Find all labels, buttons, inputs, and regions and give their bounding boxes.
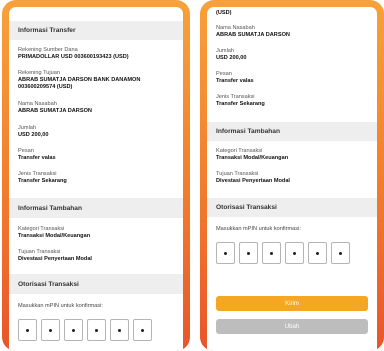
field-value: (USD) [216, 10, 232, 16]
field-amount: Jumlah USD 200,00 [9, 125, 183, 139]
section-title: Informasi Tambahan [216, 128, 280, 135]
pin-dot-icon [72, 328, 75, 332]
field-transaction-type: Jenis Transaksi Transfer Sekarang [207, 94, 377, 108]
field-value: Transaksi Modal/Keuangan [216, 155, 289, 161]
field-value: Transfer valas [216, 78, 254, 84]
field-value: ABRAB SUMATJA DARSON [18, 108, 92, 114]
field-customer-name: Nama Nasabah ABRAB SUMATJA DARSON [207, 25, 377, 39]
field-label: Nama Nasabah [216, 25, 255, 31]
pin-digit-box[interactable] [110, 319, 129, 341]
field-amount: Jumlah USD 200,00 [207, 48, 377, 62]
pin-dot-icon [247, 251, 250, 255]
confirmation-screen-left: Informasi Transfer Rekening Sumber Dana … [9, 7, 183, 351]
pin-digit-box[interactable] [41, 319, 60, 341]
section-header-authorization: Otorisasi Transaksi [9, 274, 183, 294]
field-label: Kategori Transaksi [216, 148, 263, 154]
pin-dot-icon [26, 328, 29, 332]
field-value: Divestasi Penyertaan Modal [18, 256, 92, 262]
section-header-transfer-info: Informasi Transfer [9, 21, 183, 40]
field-transaction-type: Jenis Transaksi Transfer Sekarang [9, 171, 183, 185]
field-label: Pesan [18, 148, 34, 154]
pin-dot-icon [95, 328, 98, 332]
field-value: USD 200,00 [216, 55, 247, 61]
field-label: Nama Nasabah [18, 101, 57, 107]
confirmation-screen-right: (USD) Nama Nasabah ABRAB SUMATJA DARSON … [207, 7, 377, 351]
section-title: Informasi Tambahan [18, 204, 82, 212]
pin-digit-box[interactable] [262, 242, 281, 264]
pin-dot-icon [270, 251, 273, 255]
field-label: Jenis Transaksi [216, 94, 255, 100]
field-label: Tujuan Transaksi [18, 249, 61, 255]
field-value: ABRAB SUMATJA DARSON [216, 32, 290, 38]
field-label: Kategori Transaksi [18, 226, 65, 232]
field-transaction-category: Kategori Transaksi Transaksi Modal/Keuan… [9, 226, 183, 240]
pin-digit-box[interactable] [239, 242, 258, 264]
section-header-additional-info: Informasi Tambahan [207, 122, 377, 141]
pin-dot-icon [339, 251, 342, 255]
section-header-additional-info: Informasi Tambahan [9, 198, 183, 218]
section-title: Otorisasi Transaksi [216, 204, 277, 211]
field-label: Rekening Sumber Dana [18, 47, 78, 53]
section-title: Informasi Transfer [18, 27, 76, 34]
pin-digit-box[interactable] [331, 242, 350, 264]
pin-digit-box[interactable] [216, 242, 235, 264]
field-source-account: Rekening Sumber Dana PRIMADOLLAR USD 003… [9, 47, 183, 61]
field-value: Transfer Sekarang [216, 101, 265, 107]
pin-input-group [207, 242, 377, 264]
field-transaction-purpose: Tujuan Transaksi Divestasi Penyertaan Mo… [207, 171, 377, 185]
pin-dot-icon [49, 328, 52, 332]
pin-dot-icon [118, 328, 121, 332]
field-transaction-purpose: Tujuan Transaksi Divestasi Penyertaan Mo… [9, 249, 183, 263]
pin-digit-box[interactable] [87, 319, 106, 341]
field-transaction-category: Kategori Transaksi Transaksi Modal/Keuan… [207, 148, 377, 162]
pin-digit-box[interactable] [18, 319, 37, 341]
field-customer-name: Nama Nasabah ABRAB SUMATJA DARSON [9, 101, 183, 115]
field-value: Divestasi Penyertaan Modal [216, 178, 290, 184]
field-label: Jumlah [18, 125, 37, 131]
field-value: USD 200,00 [18, 132, 49, 138]
pin-dot-icon [141, 328, 144, 332]
pin-prompt: Masukkan mPIN untuk konfirmasi: [18, 303, 103, 309]
field-label: Rekening Tujuan [18, 70, 60, 76]
field-message: Pesan Transfer valas [207, 71, 377, 85]
field-label: Pesan [216, 71, 232, 77]
pin-digit-box[interactable] [308, 242, 327, 264]
section-header-authorization: Otorisasi Transaksi [207, 198, 377, 217]
field-label: Jenis Transaksi [18, 171, 57, 177]
field-destination-account-partial: (USD) [207, 10, 377, 17]
field-value: Transfer Sekarang [18, 178, 67, 184]
pin-dot-icon [316, 251, 319, 255]
pin-digit-box[interactable] [133, 319, 152, 341]
send-button[interactable]: Kirim [216, 296, 368, 311]
phone-frame-left: Informasi Transfer Rekening Sumber Dana … [2, 0, 190, 351]
field-value: ABRAB SUMATJA DARSON BANK DANAMON 003600… [18, 77, 141, 90]
field-label: Jumlah [216, 48, 235, 54]
field-label: Tujuan Transaksi [216, 171, 259, 177]
phone-frame-right: (USD) Nama Nasabah ABRAB SUMATJA DARSON … [200, 0, 384, 351]
pin-dot-icon [293, 251, 296, 255]
field-destination-account: Rekening Tujuan ABRAB SUMATJA DARSON BAN… [9, 70, 183, 91]
pin-digit-box[interactable] [285, 242, 304, 264]
pin-digit-box[interactable] [64, 319, 83, 341]
field-message: Pesan Transfer valas [9, 148, 183, 162]
edit-button[interactable]: Ubah [216, 319, 368, 334]
pin-prompt: Masukkan mPIN untuk konfirmasi: [216, 226, 301, 232]
section-title: Otorisasi Transaksi [18, 280, 79, 288]
pin-dot-icon [224, 251, 227, 255]
field-value: PRIMADOLLAR USD 003600193423 (USD) [18, 54, 129, 60]
field-value: Transfer valas [18, 155, 56, 161]
field-value: Transaksi Modal/Keuangan [18, 233, 91, 239]
pin-input-group [9, 319, 183, 341]
